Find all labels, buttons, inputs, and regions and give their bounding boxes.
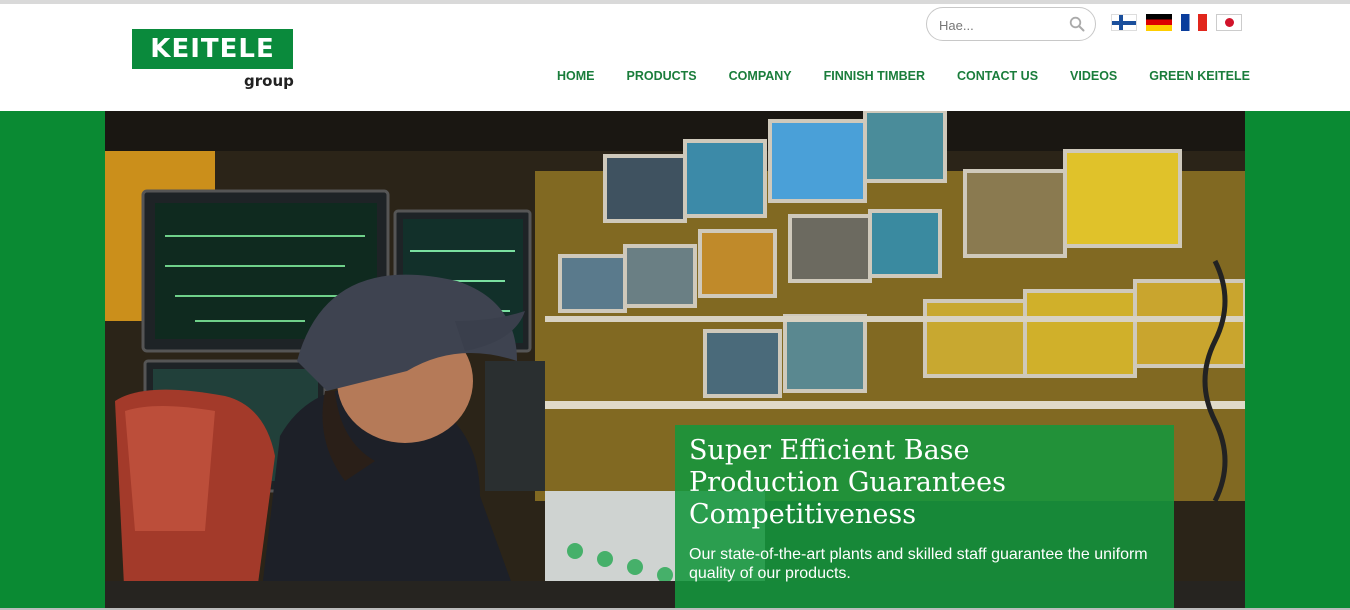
hero-title: Super Efficient Base Production Guarante…: [689, 435, 1006, 530]
nav-item-home[interactable]: HOME: [557, 68, 595, 84]
nav-item-finnish-timber[interactable]: FINNISH TIMBER: [824, 68, 925, 84]
hero-banner: Super Efficient Base Production Guarante…: [0, 111, 1350, 610]
nav-item-contact-us[interactable]: CONTACT US: [957, 68, 1038, 84]
control-room-operator-photo: Super Efficient Base Production Guarante…: [105, 111, 1245, 608]
language-selector: [1111, 14, 1242, 31]
japanese-flag-icon[interactable]: [1216, 14, 1242, 31]
finnish-flag-icon[interactable]: [1111, 14, 1137, 31]
hero-caption: Super Efficient Base Production Guarante…: [675, 425, 1174, 608]
search-input[interactable]: [939, 15, 1059, 35]
search-icon[interactable]: [1069, 16, 1085, 32]
logo-subtitle: group: [244, 72, 294, 90]
french-flag-icon[interactable]: [1181, 14, 1207, 31]
logo-wordmark: KEITELE: [132, 29, 293, 69]
hero-text: Our state-of-the-art plants and skilled …: [689, 546, 1148, 582]
search-box[interactable]: [926, 7, 1096, 41]
keitele-group-logo[interactable]: KEITELE group: [132, 29, 294, 95]
top-border: [0, 0, 1350, 4]
nav-item-company[interactable]: COMPANY: [729, 68, 792, 84]
nav-item-videos[interactable]: VIDEOS: [1070, 68, 1117, 84]
nav-item-products[interactable]: PRODUCTS: [627, 68, 697, 84]
german-flag-icon[interactable]: [1146, 14, 1172, 31]
main-navigation: HOME PRODUCTS COMPANY FINNISH TIMBER CON…: [557, 68, 1250, 84]
nav-item-green-keitele[interactable]: GREEN KEITELE: [1149, 68, 1250, 84]
